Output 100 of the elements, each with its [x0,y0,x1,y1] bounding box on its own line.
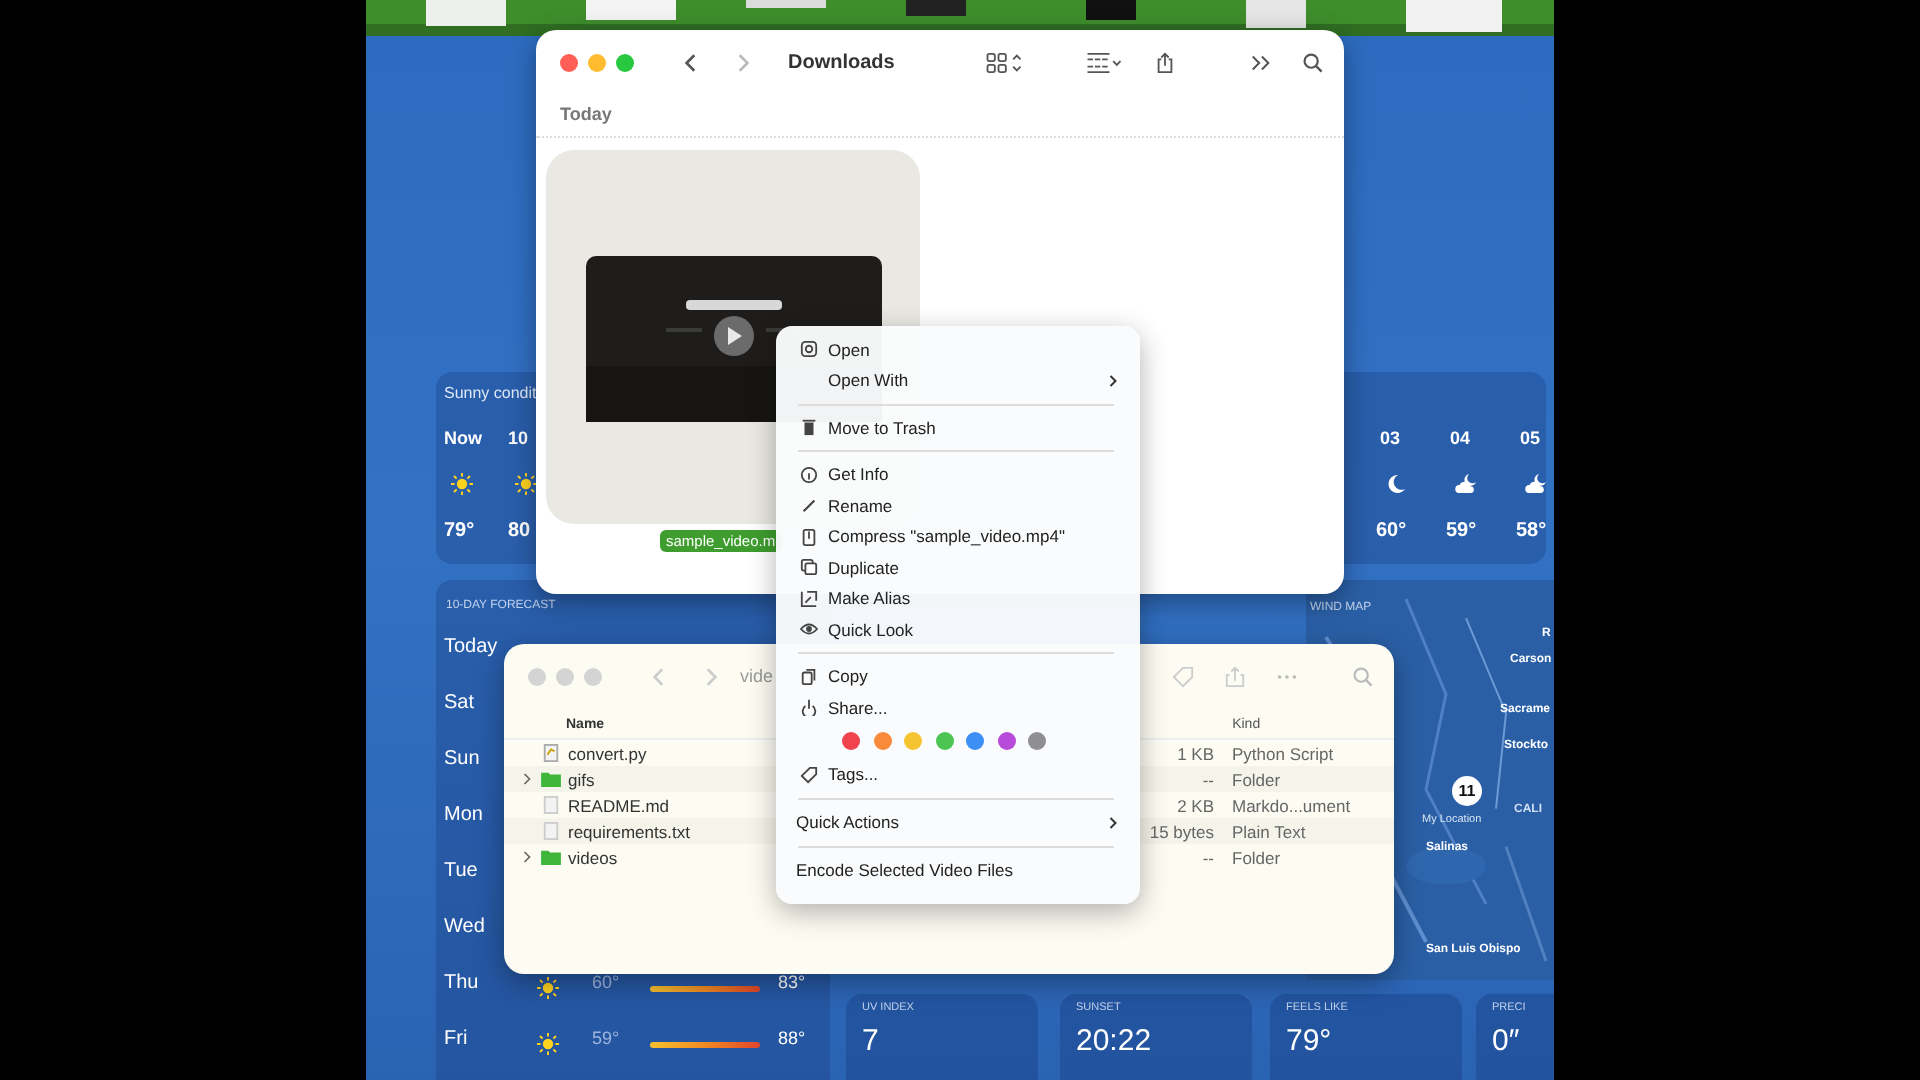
high-temperature: 88° [778,1028,806,1048]
section-header: Today [560,104,612,124]
eye-icon [800,620,818,639]
window-control[interactable] [616,53,634,71]
document-icon [540,796,562,814]
disclosure-icon[interactable] [522,772,532,786]
submenu-chevron-icon [1108,373,1118,388]
sun-icon [536,976,560,1000]
day-label: Tue [444,860,478,882]
share-icon[interactable] [1154,51,1176,73]
alias-icon [800,589,818,608]
file-name[interactable]: convert.py [568,743,748,763]
high-temperature: 83° [778,972,806,992]
script-file-icon [540,744,562,762]
hour-label: 05 [1520,428,1541,448]
tag-color-dot[interactable] [1028,732,1046,750]
hour-temperature: 79° [444,520,475,542]
submenu-chevron-icon [1108,815,1118,829]
menu-item[interactable]: Duplicate [786,552,1130,583]
day-label: Fri [444,1028,468,1050]
menu-item[interactable]: Tags... [786,759,1130,790]
menu-item[interactable]: Encode Selected Video Files [786,854,1130,886]
day-label: Sat [444,692,475,714]
file-kind: Python Script [1232,743,1334,763]
weather-summary: Sunny condit [444,384,537,402]
temperature-range-bar [650,1042,760,1048]
folder-icon [540,848,562,866]
group-icon[interactable] [1084,51,1124,73]
tag-color-dot[interactable] [966,732,984,750]
file-size: 15 bytes [1147,821,1214,841]
cloud-moon-icon [1524,472,1548,496]
temperature-range-bar [650,986,760,992]
share-icon [800,698,818,717]
trash-icon [800,418,818,437]
file-size: -- [1200,847,1214,867]
tag-color-dot[interactable] [997,732,1015,750]
tag-color-dot[interactable] [873,732,891,750]
window-control[interactable] [588,53,606,71]
archive-icon [800,527,818,546]
tile-value: 20:22 [1076,1024,1154,1058]
open-icon [800,340,818,359]
low-temperature: 59° [592,1028,620,1048]
hour-temperature: 60° [1376,520,1407,542]
grid-view-icon[interactable] [984,51,1024,73]
tag-icon[interactable] [1172,665,1194,687]
hour-label: 04 [1450,428,1471,448]
hour-label: Now [444,428,482,448]
hour-temperature: 59° [1446,520,1477,542]
menu-item[interactable]: Move to Trash [786,412,1130,443]
menu-item[interactable]: Quick Look [786,614,1130,645]
tag-icon [800,765,818,784]
tag-color-dot[interactable] [842,732,860,750]
file-kind: Plain Text [1232,821,1306,841]
window-control[interactable] [556,667,574,685]
menu-item[interactable]: Make Alias [786,583,1130,614]
window-control[interactable] [560,53,578,71]
tile-value: 0″ [1492,1024,1522,1058]
window-title: Downloads [788,51,895,73]
day-label: Today [444,636,498,658]
hour-label: 03 [1380,428,1401,448]
copy-icon [800,667,818,686]
more-icon[interactable] [1250,51,1272,73]
file-kind: Markdo...ument [1232,795,1351,815]
menu-item[interactable]: Open [786,334,1130,365]
folder-icon [540,770,562,788]
low-temperature: 60° [592,972,620,992]
tag-color-dot[interactable] [904,732,922,750]
sun-icon [536,1032,560,1056]
menu-item[interactable]: Rename [786,490,1130,521]
info-icon [800,465,818,484]
menu-item[interactable]: Copy [786,661,1130,692]
file-name[interactable]: README.md [568,795,748,815]
day-label: Wed [444,916,485,938]
hour-temperature: 80 [508,520,531,542]
disclosure-icon[interactable] [522,850,532,864]
pencil-icon [800,496,818,515]
file-size: 2 KB [1175,795,1214,815]
hour-temperature: 58° [1516,520,1547,542]
file-size: -- [1200,769,1214,789]
window-control[interactable] [584,667,602,685]
file-name[interactable]: gifs [568,769,748,789]
file-name[interactable]: requirements.txt [568,821,748,841]
tag-color-dot[interactable] [935,732,953,750]
window-control[interactable] [528,667,546,685]
cloud-moon-icon [1454,472,1478,496]
menu-item[interactable]: Share... [786,692,1130,723]
tile-value: 79° [1286,1024,1334,1058]
file-size: 1 KB [1175,743,1214,763]
day-label: Sun [444,748,480,770]
menu-item[interactable]: Compress "sample_video.mp4" [786,521,1130,552]
moon-icon [1384,472,1408,496]
file-name[interactable]: videos [568,847,748,867]
menu-item[interactable]: Quick Actions [786,806,1130,838]
sun-icon [514,472,538,496]
file-kind: Folder [1232,769,1281,789]
duplicate-icon [800,558,818,577]
menu-item[interactable]: Open With [786,365,1130,396]
day-label: Thu [444,972,479,994]
search-icon[interactable] [1302,51,1324,73]
menu-item[interactable]: Get Info [786,459,1130,490]
